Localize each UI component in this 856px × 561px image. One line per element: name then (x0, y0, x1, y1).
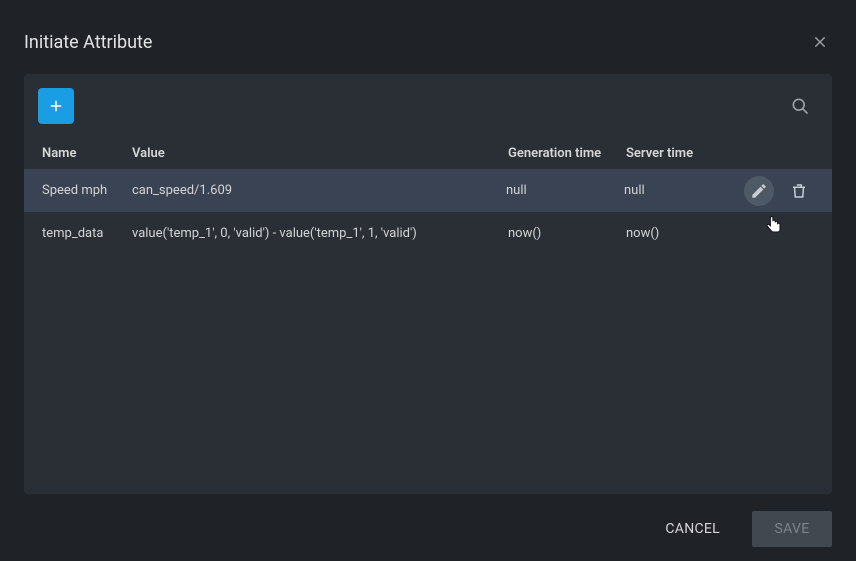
column-header-generation-time[interactable]: Generation time (508, 146, 626, 161)
delete-button[interactable] (784, 176, 814, 206)
plus-icon (47, 97, 65, 115)
attributes-table: Name Value Generation time Server time S… (24, 138, 832, 255)
column-header-name[interactable]: Name (24, 146, 132, 161)
trash-icon (790, 182, 808, 200)
cell-generation-time: now() (508, 226, 626, 241)
cell-name: Speed mph (24, 183, 132, 198)
cell-server-time: null (624, 183, 744, 198)
cell-value: value('temp_1', 0, 'valid') - value('tem… (132, 226, 508, 241)
dialog-header: Initiate Attribute (24, 24, 832, 74)
save-button[interactable]: SAVE (752, 511, 832, 547)
edit-button[interactable] (744, 176, 774, 206)
cancel-button[interactable]: CANCEL (645, 511, 740, 547)
panel-toolbar (24, 74, 832, 138)
attributes-panel: Name Value Generation time Server time S… (24, 74, 832, 494)
pencil-icon (750, 182, 768, 200)
cell-server-time: now() (626, 226, 746, 241)
cell-name: temp_data (24, 226, 132, 241)
search-icon (790, 96, 810, 116)
table-row[interactable]: Speed mph can_speed/1.609 null null (24, 169, 832, 212)
dialog-title: Initiate Attribute (24, 32, 152, 53)
search-button[interactable] (782, 88, 818, 124)
column-header-value[interactable]: Value (132, 146, 508, 161)
table-header: Name Value Generation time Server time (24, 138, 832, 169)
column-header-actions (746, 146, 832, 161)
column-header-server-time[interactable]: Server time (626, 146, 746, 161)
cell-value: can_speed/1.609 (132, 183, 506, 198)
add-button[interactable] (38, 88, 74, 124)
cell-generation-time: null (506, 183, 624, 198)
dialog-footer: CANCEL SAVE (645, 511, 832, 547)
initiate-attribute-dialog: Initiate Attribute Name Value Generation… (0, 0, 856, 561)
row-actions (744, 176, 832, 206)
table-row[interactable]: temp_data value('temp_1', 0, 'valid') - … (24, 212, 832, 255)
close-icon (812, 34, 828, 50)
close-button[interactable] (808, 30, 832, 54)
